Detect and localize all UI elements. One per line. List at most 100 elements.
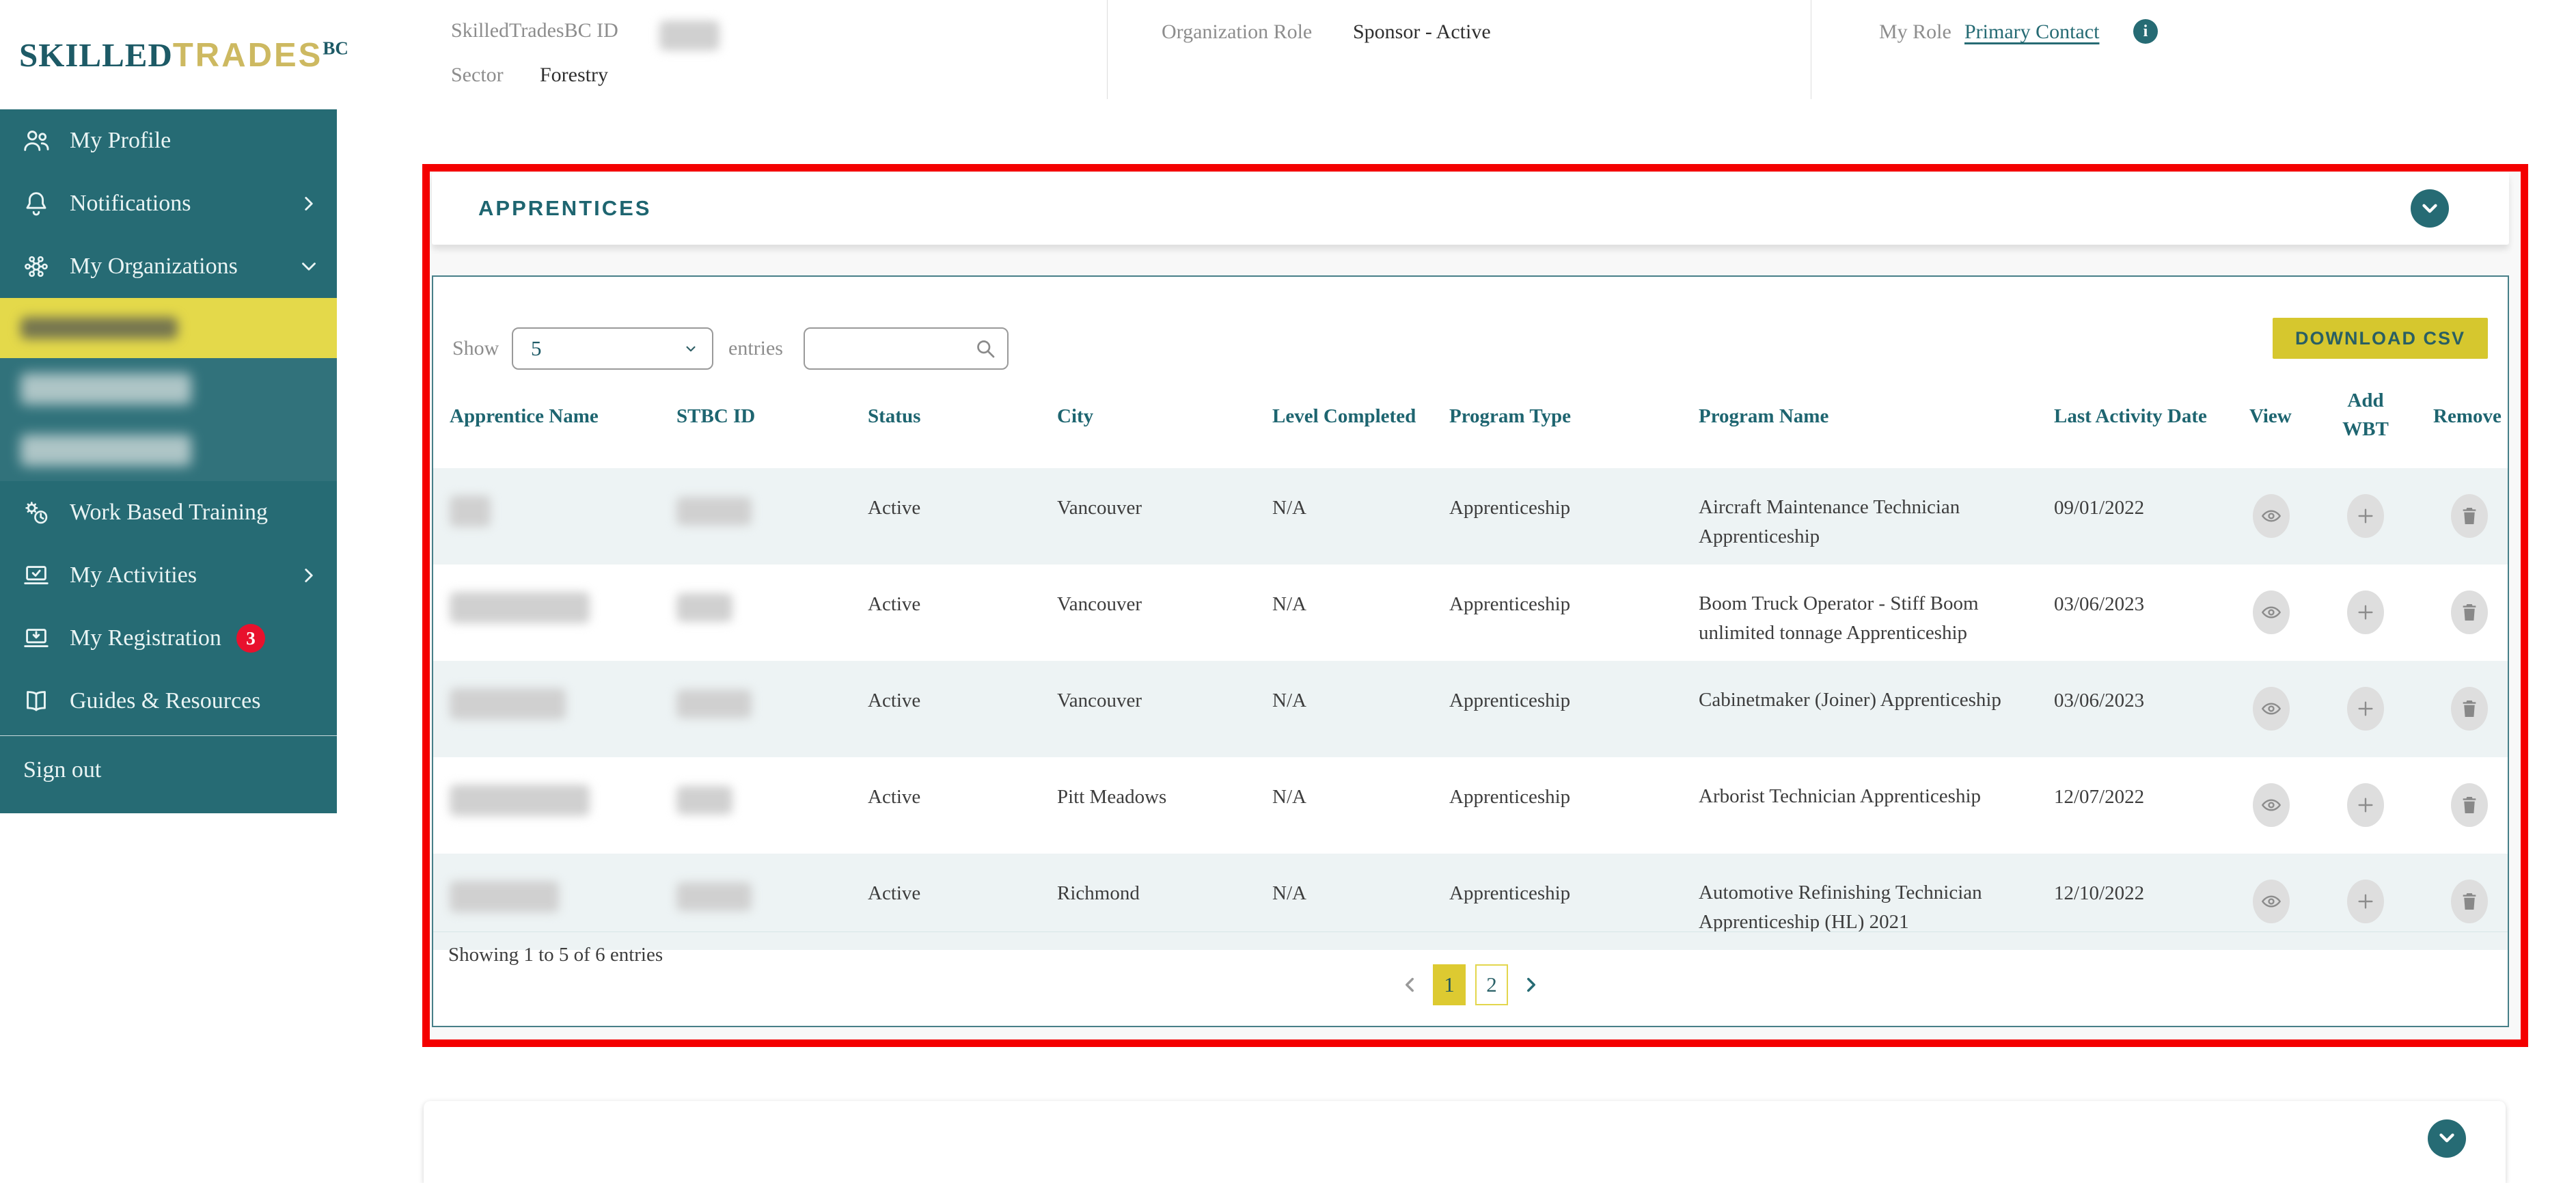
header-divider <box>1107 0 1108 99</box>
redacted-apprentice-name <box>450 495 491 527</box>
remove-button[interactable] <box>2451 687 2488 731</box>
sidebar-item-my-profile[interactable]: My Profile <box>0 109 337 172</box>
remove-button[interactable] <box>2451 590 2488 634</box>
apprentices-panel-header: APPRENTICES <box>432 172 2509 245</box>
plus-icon <box>2358 701 2373 716</box>
redacted-apprentice-name <box>450 785 590 816</box>
add-wbt-button[interactable] <box>2347 880 2384 923</box>
organization-item[interactable] <box>0 358 337 420</box>
next-section-panel <box>424 1101 2506 1183</box>
sidebar-item-label: My Registration <box>70 625 221 651</box>
page-size-value: 5 <box>531 336 542 360</box>
previous-page-button[interactable] <box>1396 971 1423 998</box>
redacted-stbc-id <box>676 786 732 815</box>
laptop-check-icon <box>24 566 49 584</box>
download-csv-button[interactable]: DOWNLOAD CSV <box>2273 318 2488 359</box>
org-role-value: Sponsor - Active <box>1353 21 1491 43</box>
view-button[interactable] <box>2253 494 2290 538</box>
sign-out-label: Sign out <box>23 757 102 783</box>
last-activity-cell: 03/06/2023 <box>2054 593 2145 615</box>
trash-icon <box>2463 797 2476 813</box>
redacted-apprentice-name <box>450 688 566 720</box>
my-role-label: My Role <box>1879 21 1951 43</box>
logo-trades: TRADES <box>172 37 323 74</box>
logo-skilled: SKILLED <box>19 36 173 74</box>
organization-item-selected[interactable] <box>0 298 337 358</box>
column-header: Apprentice Name <box>450 405 599 427</box>
sidebar-item-label: Guides & Resources <box>70 688 261 713</box>
column-header: City <box>1057 405 1094 427</box>
program-type-cell: Apprenticeship <box>1449 593 1571 615</box>
view-button[interactable] <box>2253 590 2290 634</box>
collapse-panel-button[interactable] <box>2428 1119 2466 1158</box>
sign-out-button[interactable]: Sign out <box>0 739 337 802</box>
level-cell: N/A <box>1272 690 1306 711</box>
entries-label: entries <box>728 337 783 359</box>
remove-button[interactable] <box>2451 783 2488 827</box>
sidebar-item-my-organizations[interactable]: My Organizations <box>0 235 337 298</box>
add-wbt-button[interactable] <box>2347 687 2384 731</box>
sidebar-item-guides-resources[interactable]: Guides & Resources <box>0 670 337 733</box>
people-icon <box>24 131 49 151</box>
add-wbt-button[interactable] <box>2347 494 2384 538</box>
sidebar-divider <box>0 735 337 736</box>
program-type-cell: Apprenticeship <box>1449 690 1571 711</box>
remove-button[interactable] <box>2451 494 2488 538</box>
status-cell: Active <box>868 690 921 711</box>
sector-label: Sector <box>451 64 504 86</box>
view-button[interactable] <box>2253 880 2290 923</box>
chevron-right-icon <box>305 197 313 210</box>
eye-icon <box>2261 510 2282 522</box>
my-role-link[interactable]: Primary Contact <box>1964 21 2099 44</box>
eye-icon <box>2261 703 2282 715</box>
page-button-2[interactable]: 2 <box>1475 964 1508 1005</box>
redacted-stbc-id <box>676 882 752 911</box>
chevron-down-icon <box>2439 1133 2454 1143</box>
program-name-cell: Cabinetmaker (Joiner) Apprenticeship <box>1699 689 2001 711</box>
sidebar-item-my-activities[interactable]: My Activities <box>0 544 337 607</box>
level-cell: N/A <box>1272 497 1306 519</box>
table-row: Active Vancouver N/A Apprenticeship Boom… <box>433 565 2508 661</box>
sidebar-item-my-registration[interactable]: My Registration 3 <box>0 607 337 670</box>
table-search-box <box>804 327 1009 370</box>
program-name-cell: Automotive Refinishing Technician Appren… <box>1699 882 1982 933</box>
app-logo: SKILLEDTRADESBC <box>19 36 348 74</box>
eye-icon <box>2261 799 2282 811</box>
organization-item[interactable] <box>0 420 337 481</box>
pagination: 1 2 <box>433 962 2508 1007</box>
city-cell: Vancouver <box>1057 593 1142 615</box>
plus-icon <box>2358 894 2373 909</box>
search-icon <box>977 340 995 358</box>
page-button-1[interactable]: 1 <box>1433 964 1466 1005</box>
column-header: Add WBT <box>2342 390 2389 440</box>
remove-button[interactable] <box>2451 880 2488 923</box>
table-row: Active Vancouver N/A Apprenticeship Cabi… <box>433 661 2508 757</box>
column-header: Status <box>868 405 921 427</box>
program-type-cell: Apprenticeship <box>1449 786 1571 808</box>
city-cell: Vancouver <box>1057 690 1142 711</box>
city-cell: Pitt Meadows <box>1057 786 1167 808</box>
redacted-stbc-id <box>676 690 752 718</box>
table-body: Active Vancouver N/A Apprenticeship Airc… <box>433 468 2508 950</box>
table-row: Active Vancouver N/A Apprenticeship Airc… <box>433 468 2508 565</box>
city-cell: Vancouver <box>1057 497 1142 519</box>
column-header: Level Completed <box>1272 405 1416 427</box>
redacted-stbc-id <box>676 593 732 622</box>
view-button[interactable] <box>2253 687 2290 731</box>
gears-clock-icon <box>25 502 48 524</box>
table-row: Active Richmond N/A Apprenticeship Autom… <box>433 854 2508 950</box>
view-button[interactable] <box>2253 783 2290 827</box>
info-icon[interactable]: i <box>2133 19 2158 44</box>
sidebar-item-work-based-training[interactable]: Work Based Training <box>0 481 337 544</box>
registration-count-badge: 3 <box>236 624 265 653</box>
add-wbt-button[interactable] <box>2347 590 2384 634</box>
add-wbt-button[interactable] <box>2347 783 2384 827</box>
select-caret-icon <box>686 346 696 352</box>
collapse-panel-button[interactable] <box>2411 189 2449 228</box>
last-activity-cell: 03/06/2023 <box>2054 690 2145 711</box>
next-page-button[interactable] <box>1518 971 1545 998</box>
page-size-select[interactable]: 5 <box>512 327 713 370</box>
sidebar-item-notifications[interactable]: Notifications <box>0 172 337 235</box>
search-input[interactable] <box>817 337 973 360</box>
status-cell: Active <box>868 593 921 615</box>
